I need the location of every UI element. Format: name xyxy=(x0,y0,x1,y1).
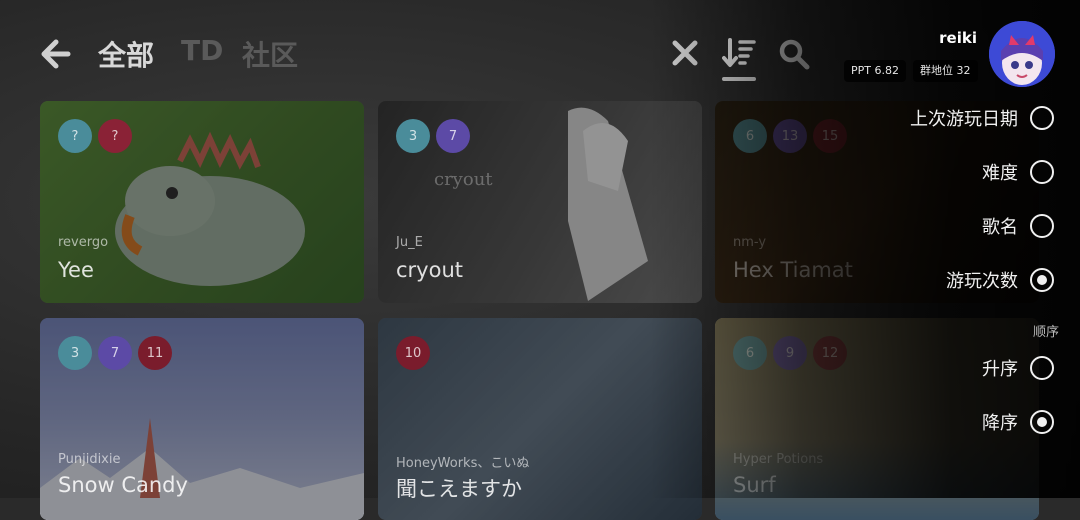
sort-option-difficulty[interactable]: 难度 xyxy=(982,156,1054,188)
radio-button[interactable] xyxy=(1030,160,1054,184)
back-arrow-icon[interactable] xyxy=(36,36,72,72)
rank-badge: 群地位 32 xyxy=(913,60,978,82)
avatar[interactable] xyxy=(989,21,1055,87)
difficulty-badges: 3 7 11 xyxy=(58,336,172,370)
difficulty-badge: 12 xyxy=(813,336,847,370)
sort-option-play-count[interactable]: 游玩次数 xyxy=(946,264,1054,296)
close-icon[interactable] xyxy=(670,38,700,72)
tab-all[interactable]: 全部 xyxy=(98,34,154,74)
order-option-label: 升序 xyxy=(982,359,1018,380)
difficulty-badge: 3 xyxy=(58,336,92,370)
difficulty-badge: 6 xyxy=(733,336,767,370)
song-card[interactable]: 10 HoneyWorks、こいぬ 聞こえますか xyxy=(378,318,702,520)
radio-button[interactable] xyxy=(1030,214,1054,238)
order-option-ascending[interactable]: 升序 xyxy=(982,352,1054,384)
song-title: Surf xyxy=(733,473,776,497)
order-option-label: 降序 xyxy=(982,413,1018,434)
difficulty-badges: 3 7 xyxy=(396,119,470,153)
song-composer: nm-y xyxy=(733,235,767,250)
difficulty-badges: ? ? xyxy=(58,119,132,153)
song-composer: Punjidixie xyxy=(58,452,121,467)
sort-option-title[interactable]: 歌名 xyxy=(982,210,1054,242)
difficulty-badge: 11 xyxy=(138,336,172,370)
radio-button-selected[interactable] xyxy=(1030,268,1054,292)
difficulty-badge: 6 xyxy=(733,119,767,153)
difficulty-badge: 13 xyxy=(773,119,807,153)
search-icon[interactable] xyxy=(778,38,810,74)
difficulty-badges: 6 13 15 xyxy=(733,119,847,153)
tab-community[interactable]: 社区 xyxy=(242,34,298,74)
sort-option-label: 上次游玩日期 xyxy=(910,109,1018,130)
difficulty-badge: 7 xyxy=(436,119,470,153)
song-title: cryout xyxy=(396,258,463,282)
sort-active-indicator xyxy=(722,77,756,81)
song-card[interactable]: ? ? revergo Yee xyxy=(40,101,364,303)
song-composer: HoneyWorks、こいぬ xyxy=(396,456,530,471)
radio-button[interactable] xyxy=(1030,356,1054,380)
difficulty-badge: ? xyxy=(58,119,92,153)
song-title: 聞こえますか xyxy=(396,477,522,501)
sort-option-label: 难度 xyxy=(982,163,1018,184)
username: reiki xyxy=(939,29,977,47)
sort-icon[interactable] xyxy=(722,38,756,74)
song-composer: revergo xyxy=(58,235,109,250)
song-card[interactable]: cryout 3 7 Ju_E cryout xyxy=(378,101,702,303)
order-section-label: 顺序 xyxy=(1032,325,1059,340)
song-title: Hex Tiamat xyxy=(733,258,853,282)
ppt-badge: PPT 6.82 xyxy=(844,60,906,82)
song-title: Yee xyxy=(58,258,94,282)
difficulty-badges: 6 9 12 xyxy=(733,336,847,370)
difficulty-badge: 10 xyxy=(396,336,430,370)
difficulty-badges: 10 xyxy=(396,336,430,370)
tab-td[interactable]: TD xyxy=(181,34,223,67)
difficulty-badge: 15 xyxy=(813,119,847,153)
sort-option-label: 歌名 xyxy=(982,217,1018,238)
radio-button[interactable] xyxy=(1030,106,1054,130)
difficulty-badge: 3 xyxy=(396,119,430,153)
sort-option-last-played[interactable]: 上次游玩日期 xyxy=(910,102,1054,134)
difficulty-badge: 7 xyxy=(98,336,132,370)
difficulty-badge: ? xyxy=(98,119,132,153)
song-composer: Ju_E xyxy=(396,235,423,250)
song-card[interactable]: 3 7 11 Punjidixie Snow Candy xyxy=(40,318,364,520)
sort-option-label: 游玩次数 xyxy=(946,271,1018,292)
order-option-descending[interactable]: 降序 xyxy=(982,406,1054,438)
radio-button-selected[interactable] xyxy=(1030,410,1054,434)
song-title: Snow Candy xyxy=(58,473,188,497)
song-composer: Hyper Potions xyxy=(733,452,824,467)
difficulty-badge: 9 xyxy=(773,336,807,370)
